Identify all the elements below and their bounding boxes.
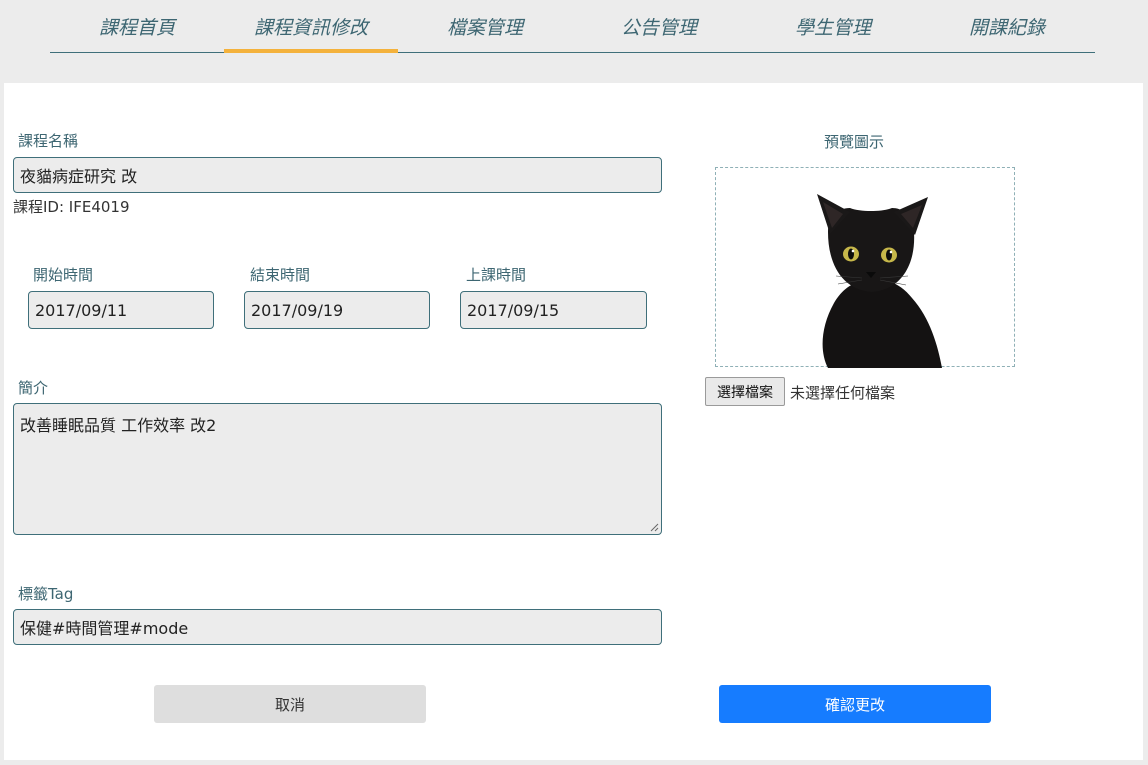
start-date-input[interactable]: 2017/09/11 — [28, 291, 214, 329]
tag-input[interactable]: 保健#時間管理#mode — [13, 609, 662, 645]
choose-file-button[interactable]: 選擇檔案 — [705, 377, 785, 406]
intro-text: 改善睡眠品質 工作效率 改2 — [20, 416, 217, 435]
start-date-label: 開始時間 — [33, 266, 94, 284]
intro-textarea[interactable]: 改善睡眠品質 工作效率 改2 — [13, 403, 662, 535]
tab-student-management[interactable]: 學生管理 — [746, 0, 920, 52]
preview-image-box — [715, 167, 1015, 368]
tab-course-records[interactable]: 開課紀錄 — [920, 0, 1094, 52]
course-name-input[interactable]: 夜貓病症研究 改 — [13, 157, 662, 193]
tab-announcement-management[interactable]: 公告管理 — [572, 0, 746, 52]
course-id-text: 課程ID: IFE4019 — [13, 198, 130, 216]
class-date-label: 上課時間 — [466, 266, 527, 284]
intro-label: 簡介 — [18, 379, 49, 397]
course-name-label: 課程名稱 — [18, 132, 79, 150]
class-date-input[interactable]: 2017/09/15 — [460, 291, 647, 329]
cancel-button[interactable]: 取消 — [154, 685, 426, 723]
tab-course-home[interactable]: 課程首頁 — [50, 0, 224, 52]
tab-course-info-edit[interactable]: 課程資訊修改 — [224, 0, 398, 53]
course-edit-panel: 課程名稱 夜貓病症研究 改 課程ID: IFE4019 開始時間 2017/09… — [4, 83, 1143, 760]
end-date-label: 結束時間 — [250, 266, 311, 284]
preview-label: 預覽圖示 — [824, 133, 885, 151]
file-status-text: 未選擇任何檔案 — [790, 384, 896, 402]
top-nav: 課程首頁 課程資訊修改 檔案管理 公告管理 學生管理 開課紀錄 — [50, 0, 1095, 53]
tag-label: 標籤Tag — [18, 585, 74, 603]
black-cat-image — [817, 194, 942, 368]
end-date-input[interactable]: 2017/09/19 — [244, 291, 430, 329]
confirm-changes-button[interactable]: 確認更改 — [719, 685, 991, 723]
tab-file-management[interactable]: 檔案管理 — [398, 0, 572, 52]
resize-grip-icon[interactable] — [649, 522, 659, 532]
